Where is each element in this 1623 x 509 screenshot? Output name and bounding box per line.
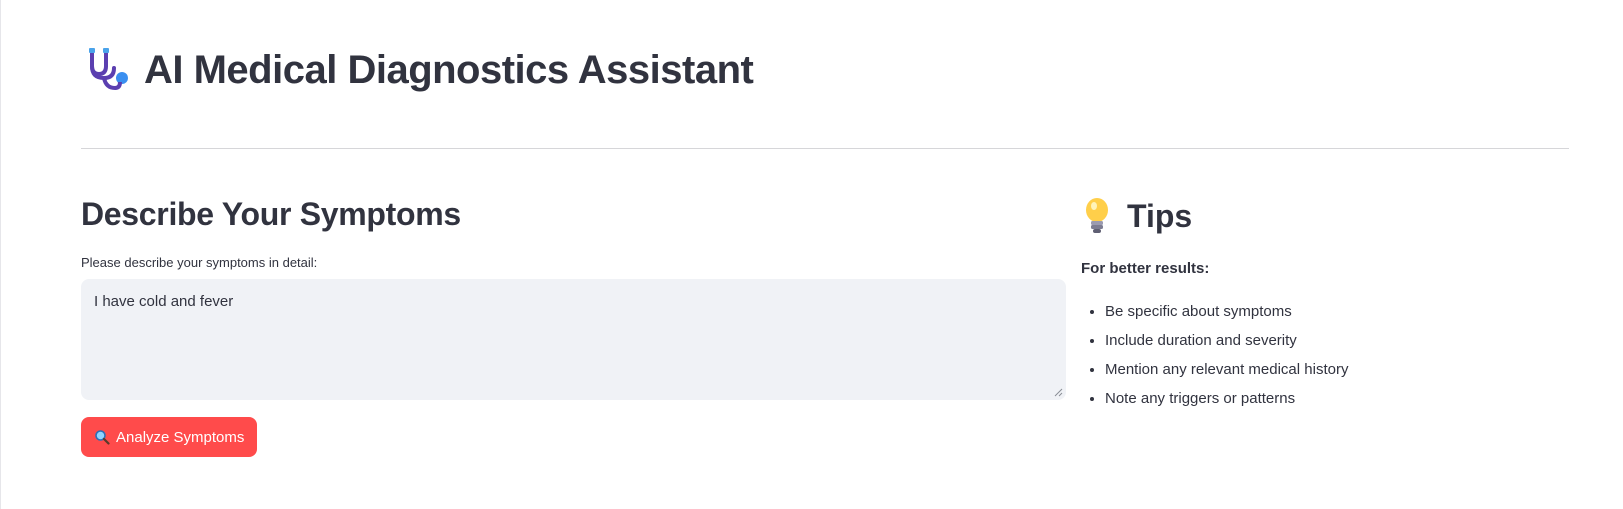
divider — [81, 148, 1569, 149]
page-title: AI Medical Diagnostics Assistant — [144, 47, 754, 92]
analyze-button-label: Analyze Symptoms — [116, 428, 245, 446]
tip-item: Include duration and severity — [1105, 326, 1561, 355]
tip-item: Note any triggers or patterns — [1105, 384, 1561, 413]
page-header: AI Medical Diagnostics Assistant — [82, 44, 754, 96]
magnifier-icon — [95, 430, 110, 445]
tip-item: Mention any relevant medical history — [1105, 355, 1561, 384]
tips-subtitle: For better results: — [1081, 260, 1210, 277]
analyze-symptoms-button[interactable]: Analyze Symptoms — [81, 417, 258, 457]
tips-list: Be specific about symptoms Include durat… — [1081, 297, 1561, 413]
tip-item: Be specific about symptoms — [1105, 297, 1561, 326]
lightbulb-icon — [1086, 198, 1108, 233]
resize-grip-icon[interactable] — [1054, 388, 1063, 397]
tips-title: Tips — [1127, 197, 1193, 234]
symptoms-title: Describe Your Symptoms — [81, 196, 461, 232]
stethoscope-icon — [89, 48, 128, 90]
tips-heading: Tips — [1081, 196, 1561, 236]
symptoms-text: I have cold and fever — [94, 293, 234, 310]
symptoms-section: Describe Your Symptoms Please describe y… — [81, 196, 1066, 457]
symptoms-label: Please describe your symptoms in detail: — [81, 255, 318, 270]
tips-section: Tips For better results: Be specific abo… — [1081, 196, 1561, 413]
symptoms-textarea[interactable]: I have cold and fever — [81, 279, 1066, 400]
left-border — [0, 0, 1, 509]
